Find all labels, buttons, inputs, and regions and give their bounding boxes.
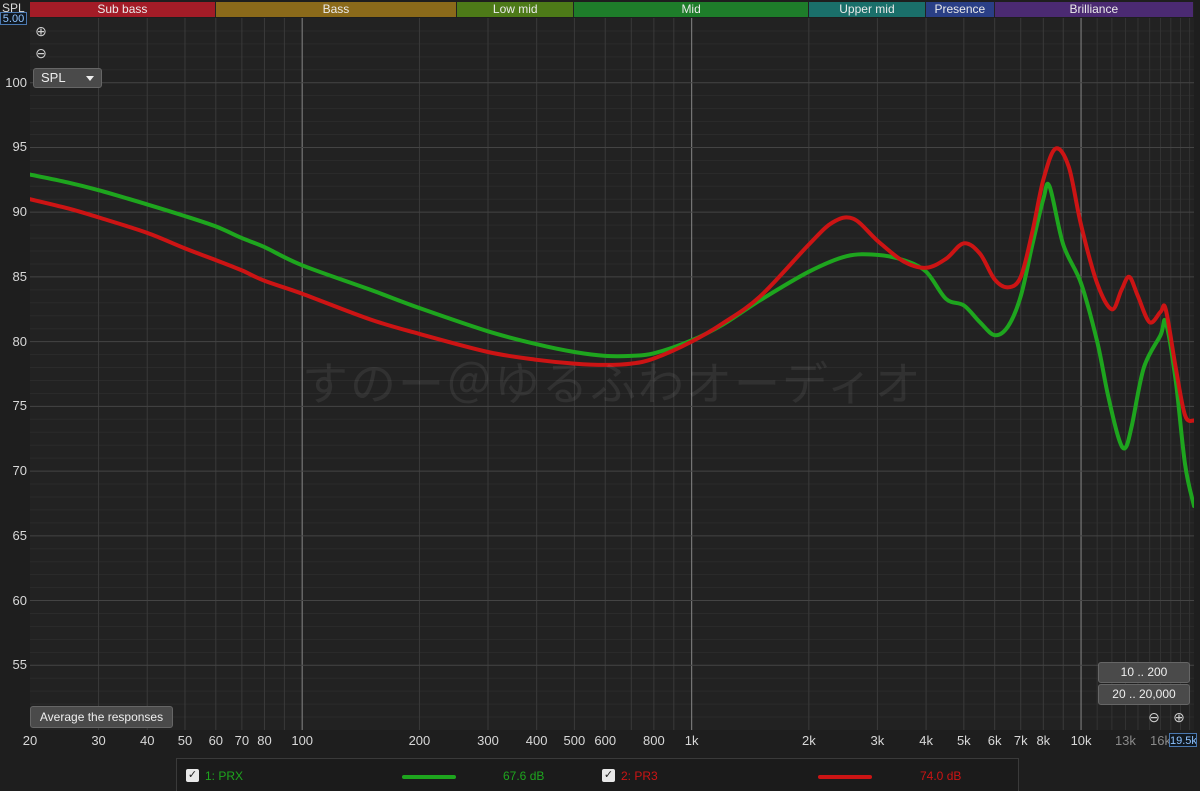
series-1-swatch <box>402 775 456 779</box>
x-tick-label: 7k <box>1013 733 1028 748</box>
chevron-down-icon <box>86 76 94 81</box>
x-tick-label: 100 <box>291 733 314 748</box>
series-2-checkbox[interactable]: ✓ <box>602 769 615 782</box>
x-tick-label: 16k <box>1150 733 1172 748</box>
spl-dropdown[interactable]: SPL <box>33 68 102 88</box>
zoom-in-icon[interactable]: ⊕ <box>34 24 48 38</box>
series-1-checkbox[interactable]: ✓ <box>186 769 199 782</box>
series-2-label: 2: PR3 <box>621 769 658 783</box>
series-line-1 <box>30 172 1194 508</box>
series-1-value: 67.6 dB <box>503 769 545 783</box>
x-tick-label: 800 <box>643 733 665 748</box>
y-tick-label: 60 <box>12 592 27 608</box>
band-bass: Bass <box>215 2 458 17</box>
band-low-mid: Low mid <box>457 2 575 17</box>
x-tick-label: 400 <box>525 733 548 748</box>
band-upper-mid: Upper mid <box>808 2 927 17</box>
x-tick-label: 20 <box>22 733 38 748</box>
y-tick-label: 70 <box>12 463 27 479</box>
y-tick-label: 85 <box>12 268 27 284</box>
x-tick-label: 2k <box>801 733 816 748</box>
range-20-20000-button[interactable]: 20 .. 20,000 <box>1098 684 1190 705</box>
x-tick-label: 300 <box>477 733 499 748</box>
y-tick-label: 75 <box>12 398 27 414</box>
y-tick-label: 55 <box>12 657 27 673</box>
x-tick-label: 600 <box>594 733 617 748</box>
band-sub-bass: Sub bass <box>30 2 216 17</box>
x-tick-label: 70 <box>234 733 250 748</box>
watermark: すのー＠ゆるふわオーディオ <box>302 357 923 411</box>
plot-area[interactable]: すのー＠ゆるふわオーディオ <box>30 18 1194 730</box>
frequency-band-bar: Sub bass Bass Low mid Mid Upper mid Presence B… <box>30 2 1194 17</box>
average-responses-button[interactable]: Average the responses <box>30 706 173 728</box>
y-tick-label: 100 <box>5 74 27 90</box>
zoom-in-x-icon[interactable]: ⊕ <box>1172 710 1186 724</box>
x-tick-label: 3k <box>870 733 885 748</box>
x-tick-label: 6k <box>987 733 1002 748</box>
y-tick-label: 65 <box>12 527 27 543</box>
zoom-out-x-icon[interactable]: ⊖ <box>1147 710 1161 724</box>
series-1-label: 1: PRX <box>205 769 244 783</box>
x-tick-label: 1k <box>684 733 699 748</box>
x-tick-label: 4k <box>919 733 933 748</box>
zoom-out-icon[interactable]: ⊖ <box>34 46 48 60</box>
spl-dropdown-value: SPL <box>41 70 66 85</box>
legend: ✓ 1: PRX 67.6 dB ✓ 2: PR3 74.0 dB <box>176 758 1019 791</box>
band-brilliance: Brilliance <box>994 2 1194 17</box>
x-tick-label: 500 <box>563 733 586 748</box>
band-mid: Mid <box>574 2 809 17</box>
x-tick-label: 200 <box>408 733 431 748</box>
x-tick-label: 8k <box>1036 733 1051 748</box>
x-tick-label: 30 <box>91 733 106 748</box>
range-10-200-button[interactable]: 10 .. 200 <box>1098 662 1190 683</box>
x-tick-label: 60 <box>208 733 224 748</box>
y-tick-label: 95 <box>12 139 27 155</box>
x-max-readout[interactable]: 19.5k <box>1169 733 1197 747</box>
series-2-swatch <box>818 775 872 779</box>
y-tick-label: 90 <box>12 204 27 220</box>
series-2-value: 74.0 dB <box>920 769 962 783</box>
x-tick-label: 5k <box>956 733 971 748</box>
x-tick-label: 40 <box>139 733 155 748</box>
x-tick-label: 10k <box>1070 733 1092 748</box>
x-tick-label: 13k <box>1114 733 1136 748</box>
x-tick-label: 80 <box>257 733 272 748</box>
y-max-readout[interactable]: 5.00 <box>0 12 27 25</box>
y-tick-label: 80 <box>12 333 27 349</box>
x-tick-label: 50 <box>177 733 193 748</box>
band-presence: Presence <box>926 2 995 17</box>
